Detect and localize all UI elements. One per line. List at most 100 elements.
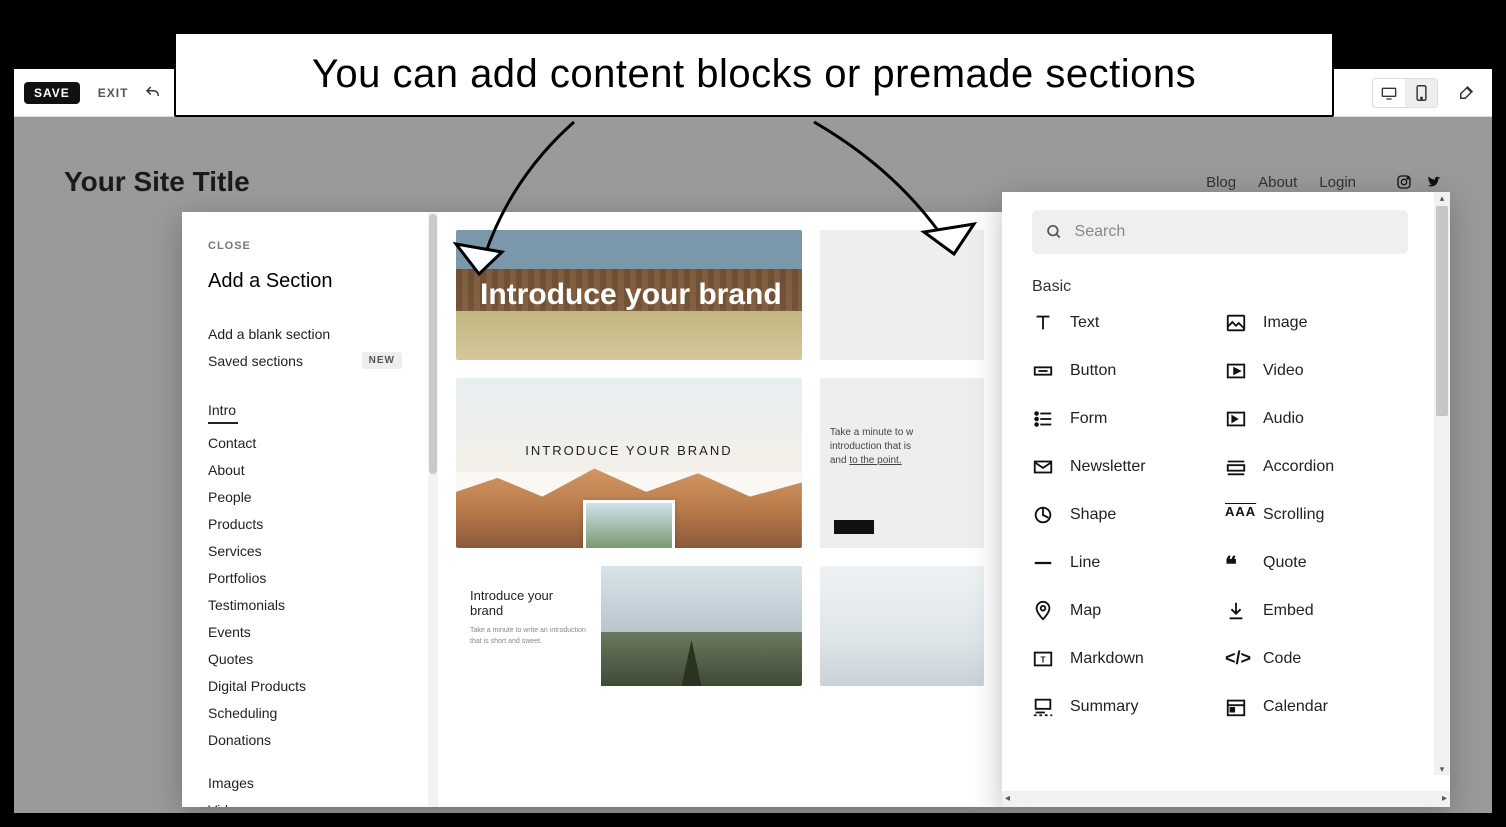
section-category-donations[interactable]: Donations <box>208 726 402 753</box>
add-blank-label: Add a blank section <box>208 326 330 342</box>
styles-brush-button[interactable] <box>1450 79 1482 107</box>
section-category-portfolios[interactable]: Portfolios <box>208 564 402 591</box>
new-badge: NEW <box>362 352 402 369</box>
twitter-icon[interactable] <box>1426 174 1442 190</box>
block-category-heading: Basic <box>1032 278 1432 296</box>
save-button[interactable]: SAVE <box>24 82 80 104</box>
section-sidebar-scrollbar[interactable] <box>428 212 438 807</box>
block-label: Scrolling <box>1263 506 1324 524</box>
block-label: Shape <box>1070 506 1116 524</box>
block-label: Code <box>1263 650 1301 668</box>
block-calendar[interactable]: Calendar <box>1225 696 1408 718</box>
block-summary[interactable]: Summary <box>1032 696 1215 718</box>
section-preview-intro-1[interactable]: Introduce your brand <box>456 230 802 360</box>
block-search[interactable] <box>1032 210 1408 254</box>
preview-title: INTRODUCE YOUR BRAND <box>525 443 732 458</box>
section-category-list: IntroContactAboutPeopleProductsServicesP… <box>208 396 402 753</box>
preview-text: Take a minute to w <box>830 427 913 438</box>
block-quote[interactable]: ❝Quote <box>1225 552 1408 574</box>
nav-link-blog[interactable]: Blog <box>1206 174 1236 191</box>
section-category-scheduling[interactable]: Scheduling <box>208 699 402 726</box>
accordion-icon <box>1225 456 1247 478</box>
section-preview-intro-3[interactable]: Introduce your brand Take a minute to wr… <box>456 566 802 686</box>
block-label: Newsletter <box>1070 458 1146 476</box>
exit-button[interactable]: EXIT <box>98 86 129 100</box>
section-category-quotes[interactable]: Quotes <box>208 645 402 672</box>
block-label: Audio <box>1263 410 1304 428</box>
annotation-callout: You can add content blocks or premade se… <box>174 32 1334 117</box>
app-frame: You can add content blocks or premade se… <box>14 14 1492 813</box>
nav-link-login[interactable]: Login <box>1319 174 1356 191</box>
section-category-events[interactable]: Events <box>208 618 402 645</box>
site-title[interactable]: Your Site Title <box>64 166 250 198</box>
svg-text:T: T <box>1040 656 1045 665</box>
device-toggle <box>1372 78 1438 108</box>
section-picker-panel: CLOSE Add a Section Add a blank section … <box>182 212 1002 807</box>
block-audio[interactable]: Audio <box>1225 408 1408 430</box>
instagram-icon[interactable] <box>1396 174 1412 190</box>
block-newsletter[interactable]: Newsletter <box>1032 456 1215 478</box>
scroll-down-icon[interactable]: ▾ <box>1437 764 1447 774</box>
preview-link: to the point. <box>849 455 901 466</box>
block-panel-vscrollbar[interactable]: ▴ ▾ <box>1434 192 1450 775</box>
block-label: Line <box>1070 554 1100 572</box>
add-blank-section[interactable]: Add a blank section <box>208 321 402 347</box>
video-icon <box>1225 360 1247 382</box>
block-scrolling[interactable]: AAAScrolling <box>1225 504 1408 526</box>
section-preview-intro-1b[interactable] <box>820 230 984 360</box>
image-icon <box>1225 312 1247 334</box>
close-button[interactable]: CLOSE <box>208 240 402 252</box>
block-code[interactable]: </>Code <box>1225 648 1408 670</box>
preview-title: Introduce your brand <box>480 278 782 312</box>
block-video[interactable]: Video <box>1225 360 1408 382</box>
block-label: Image <box>1263 314 1307 332</box>
block-text[interactable]: Text <box>1032 312 1215 334</box>
section-category-products[interactable]: Products <box>208 510 402 537</box>
block-line[interactable]: Line <box>1032 552 1215 574</box>
block-embed[interactable]: Embed <box>1225 600 1408 622</box>
preview-text: introduction that is <box>830 441 911 452</box>
section-category-about[interactable]: About <box>208 456 402 483</box>
block-panel-hscrollbar[interactable]: ◂ ▸ <box>1002 791 1450 807</box>
section-preview-intro-3b[interactable] <box>820 566 984 686</box>
block-button[interactable]: Button <box>1032 360 1215 382</box>
section-category-digital-products[interactable]: Digital Products <box>208 672 402 699</box>
section-category-images[interactable]: Images <box>208 769 402 796</box>
calendar-icon <box>1225 696 1247 718</box>
block-accordion[interactable]: Accordion <box>1225 456 1408 478</box>
scrollbar-thumb[interactable] <box>1436 206 1448 416</box>
undo-icon[interactable] <box>144 84 162 102</box>
desktop-view-button[interactable] <box>1373 79 1405 107</box>
section-preview-intro-2[interactable]: INTRODUCE YOUR BRAND <box>456 378 802 548</box>
saved-sections[interactable]: Saved sections NEW <box>208 347 402 374</box>
section-category-contact[interactable]: Contact <box>208 429 402 456</box>
preview-text: and <box>830 455 849 466</box>
block-shape[interactable]: Shape <box>1032 504 1215 526</box>
saved-sections-label: Saved sections <box>208 353 303 369</box>
section-preview-intro-2b[interactable]: Take a minute to w introduction that is … <box>820 378 984 548</box>
audio-icon <box>1225 408 1247 430</box>
block-image[interactable]: Image <box>1225 312 1408 334</box>
section-category-videos[interactable]: Videos <box>208 796 402 807</box>
scroll-right-icon[interactable]: ▸ <box>1442 793 1447 804</box>
block-label: Form <box>1070 410 1107 428</box>
mobile-view-button[interactable] <box>1405 79 1437 107</box>
block-label: Text <box>1070 314 1099 332</box>
section-category-intro[interactable]: Intro <box>208 396 402 429</box>
scroll-up-icon[interactable]: ▴ <box>1437 193 1447 203</box>
scroll-left-icon[interactable]: ◂ <box>1005 793 1010 804</box>
section-category-people[interactable]: People <box>208 483 402 510</box>
block-map[interactable]: Map <box>1032 600 1215 622</box>
scrollbar-thumb[interactable] <box>429 214 437 474</box>
section-category-testimonials[interactable]: Testimonials <box>208 591 402 618</box>
block-label: Calendar <box>1263 698 1328 716</box>
nav-link-about[interactable]: About <box>1258 174 1297 191</box>
site-nav: Blog About Login <box>1206 174 1442 191</box>
block-markdown[interactable]: TMarkdown <box>1032 648 1215 670</box>
block-form[interactable]: Form <box>1032 408 1215 430</box>
quote-icon: ❝ <box>1225 552 1247 574</box>
section-category-services[interactable]: Services <box>208 537 402 564</box>
block-label: Video <box>1263 362 1304 380</box>
block-label: Embed <box>1263 602 1314 620</box>
block-search-input[interactable] <box>1075 223 1394 241</box>
